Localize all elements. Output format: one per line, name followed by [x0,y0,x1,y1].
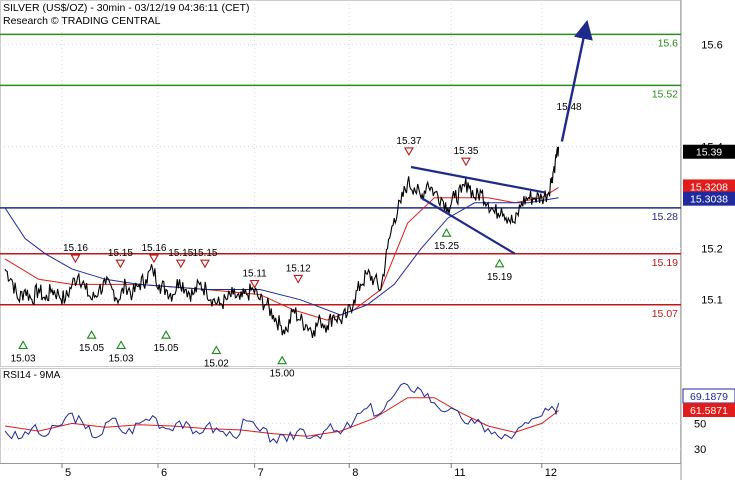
price-chart: 15.615.5215.2815.1915.07 15.4815.16 15.15… [0,0,735,480]
target-label: 15.48 [557,102,582,113]
rsi-panel-title: RSI14 - 9MA [3,370,61,381]
price-tick-label: 15.2 [701,244,722,256]
high-label: 15.15 [192,248,217,259]
low-label: 15.25 [434,241,459,252]
rsi-ma-value-label: 61.5871 [690,405,728,417]
rsi-value-label: 69.1879 [690,391,728,403]
low-label: 15.00 [270,369,295,380]
high-label: 15.35 [453,146,478,157]
level-label: 15.6 [658,37,679,49]
chart-title: SILVER (US$/OZ) - 30min - 03/12/19 04:36… [3,2,249,14]
level-label: 15.19 [652,257,678,269]
high-label: 15.12 [286,263,311,274]
low-label: 15.03 [109,353,134,364]
high-label: 15.16 [141,243,166,254]
chart-subtitle: Research © TRADING CENTRAL [3,15,161,27]
level-label: 15.52 [652,88,678,100]
last-price-label: 15.39 [696,147,722,159]
low-label: 15.05 [79,343,104,354]
date-tick-label: 6 [161,467,167,479]
high-label: 15.16 [63,243,88,254]
price-tick-label: 15.6 [701,40,722,52]
high-label: 15.37 [396,136,421,147]
low-label: 15.02 [204,358,229,369]
date-tick-label: 7 [258,467,264,479]
low-label: 15.03 [11,353,36,364]
date-tick-label: 5 [65,467,71,479]
low-label: 15.19 [487,272,512,283]
high-label: 15.11 [242,269,267,280]
level-label: 15.07 [652,308,678,320]
rsi-tick-label: 50 [694,418,706,430]
price-panel-frame [0,0,681,367]
high-label: 15.15 [108,248,133,259]
level-label: 15.28 [652,211,678,223]
date-tick-label: 12 [545,467,557,479]
ma-value-label: 15.3208 [690,181,728,193]
price-tick-label: 15.1 [701,295,722,307]
ma-value-label: 15.3038 [690,194,728,206]
date-tick-label: 11 [454,467,465,479]
date-tick-label: 8 [352,467,358,479]
rsi-tick-label: 30 [694,444,706,456]
high-label: 15.15 [168,248,193,259]
low-label: 15.05 [154,343,179,354]
